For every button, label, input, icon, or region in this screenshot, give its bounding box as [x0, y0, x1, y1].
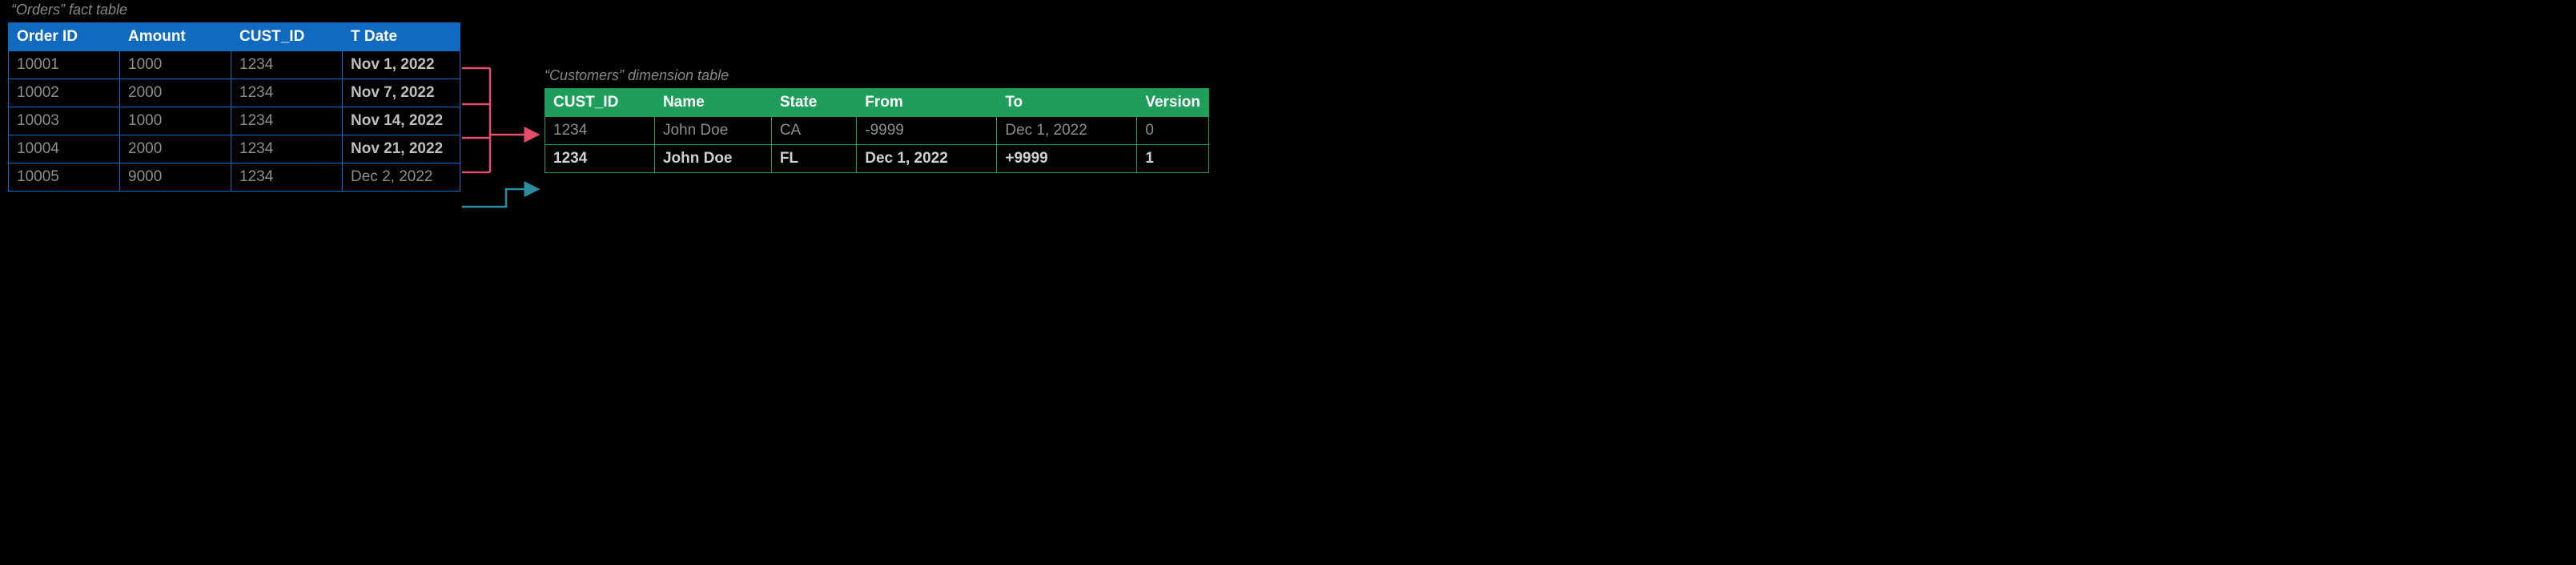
orders-row: 1000590001234Dec 2, 2022: [9, 163, 460, 192]
customers-cell-name: John Doe: [654, 117, 771, 145]
customers-cell-version: 0: [1137, 117, 1209, 145]
orders-row: 1000110001234Nov 1, 2022: [9, 51, 460, 79]
orders-cell-cust-id: 1234: [231, 51, 343, 79]
orders-caption: “Orders” fact table: [11, 2, 127, 18]
orders-row: 1000310001234Nov 14, 2022: [9, 107, 460, 135]
customers-row: 1234John DoeCA-9999Dec 1, 20220: [545, 117, 1209, 145]
orders-cell-t-date: Dec 2, 2022: [343, 163, 460, 192]
customers-row: 1234John DoeFLDec 1, 2022+99991: [545, 145, 1209, 173]
customers-col-name: Name: [654, 89, 771, 117]
customers-cell-from: Dec 1, 2022: [857, 145, 997, 173]
orders-cell-cust-id: 1234: [231, 135, 343, 163]
customers-col-cust-id: CUST_ID: [545, 89, 655, 117]
orders-cell-order-id: 10002: [9, 79, 120, 107]
customers-cell-cust-id: 1234: [545, 117, 655, 145]
orders-cell-amount: 2000: [120, 135, 231, 163]
orders-col-t-date: T Date: [343, 23, 460, 51]
customers-cell-state: FL: [771, 145, 856, 173]
orders-cell-order-id: 10001: [9, 51, 120, 79]
customers-col-from: From: [857, 89, 997, 117]
customers-col-version: Version: [1137, 89, 1209, 117]
orders-cell-t-date: Nov 21, 2022: [343, 135, 460, 163]
orders-header-row: Order ID Amount CUST_ID T Date: [9, 23, 460, 51]
orders-col-order-id: Order ID: [9, 23, 120, 51]
customers-cell-version: 1: [1137, 145, 1209, 173]
customers-cell-to: Dec 1, 2022: [997, 117, 1137, 145]
orders-cell-cust-id: 1234: [231, 107, 343, 135]
customers-cell-cust-id: 1234: [545, 145, 655, 173]
orders-row: 1000420001234Nov 21, 2022: [9, 135, 460, 163]
customers-cell-name: John Doe: [654, 145, 771, 173]
orders-cell-order-id: 10003: [9, 107, 120, 135]
diagram-canvas: “Orders” fact table Order ID Amount CUST…: [0, 0, 1288, 282]
orders-cell-order-id: 10004: [9, 135, 120, 163]
orders-cell-cust-id: 1234: [231, 163, 343, 192]
orders-cell-cust-id: 1234: [231, 79, 343, 107]
connector-to-customer-v1: [462, 189, 538, 207]
orders-cell-amount: 2000: [120, 79, 231, 107]
orders-cell-amount: 9000: [120, 163, 231, 192]
orders-cell-amount: 1000: [120, 51, 231, 79]
customers-cell-from: -9999: [857, 117, 997, 145]
orders-col-amount: Amount: [120, 23, 231, 51]
customers-cell-to: +9999: [997, 145, 1137, 173]
orders-cell-order-id: 10005: [9, 163, 120, 192]
customers-cell-state: CA: [771, 117, 856, 145]
customers-col-to: To: [997, 89, 1137, 117]
customers-header-row: CUST_ID Name State From To Version: [545, 89, 1209, 117]
orders-cell-t-date: Nov 1, 2022: [343, 51, 460, 79]
orders-cell-t-date: Nov 7, 2022: [343, 79, 460, 107]
orders-col-cust-id: CUST_ID: [231, 23, 343, 51]
customers-caption: “Customers” dimension table: [545, 67, 729, 84]
customers-dimension-table: CUST_ID Name State From To Version 1234J…: [545, 88, 1209, 173]
customers-col-state: State: [771, 89, 856, 117]
orders-cell-amount: 1000: [120, 107, 231, 135]
orders-row: 1000220001234Nov 7, 2022: [9, 79, 460, 107]
orders-fact-table: Order ID Amount CUST_ID T Date 100011000…: [8, 22, 460, 192]
orders-cell-t-date: Nov 14, 2022: [343, 107, 460, 135]
